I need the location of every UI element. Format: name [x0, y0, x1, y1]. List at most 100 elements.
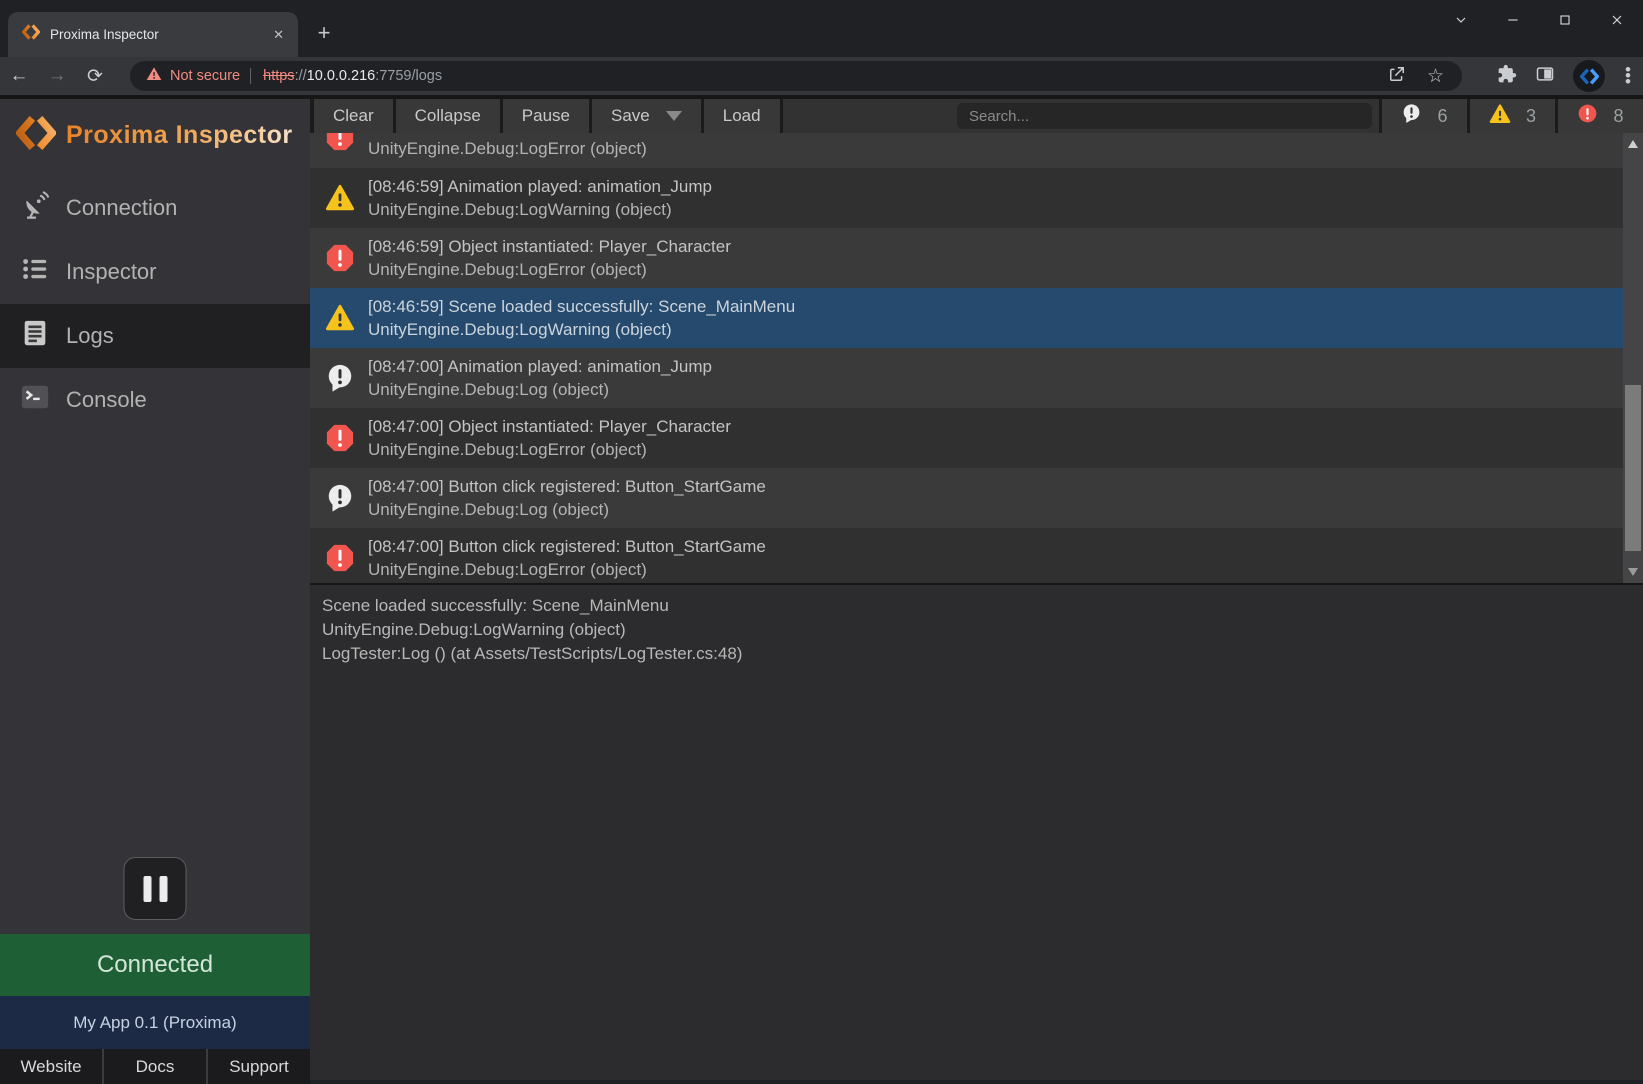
sidebar-item-inspector[interactable]: Inspector [0, 240, 310, 304]
side-panel-icon[interactable] [1535, 64, 1555, 89]
log-row[interactable]: [08:47:00] Button click registered: Butt… [310, 528, 1623, 583]
sidebar-item-console[interactable]: Console [0, 368, 310, 432]
terminal-icon [20, 382, 50, 418]
sidebar-item-connection[interactable]: Connection [0, 176, 310, 240]
bookmark-star-icon[interactable]: ☆ [1427, 65, 1444, 88]
url-text: https://10.0.0.216:7759/logs [263, 68, 442, 84]
satellite-dish-icon [20, 190, 50, 226]
connection-status-badge: Connected [0, 934, 310, 996]
chevron-down-icon[interactable] [666, 111, 682, 121]
log-row[interactable]: [08:47:00] Button click registered: Butt… [310, 468, 1623, 528]
website-link[interactable]: Website [0, 1049, 102, 1084]
proxima-favicon-icon [22, 23, 40, 46]
profile-extension-icon[interactable] [1573, 60, 1605, 92]
log-stack: UnityEngine.Debug:Log (object) [368, 378, 712, 401]
docs-link[interactable]: Docs [102, 1049, 206, 1084]
info-bubble-icon [325, 483, 355, 513]
sidebar: Proxima Inspector Connection [0, 99, 310, 1080]
forward-button[interactable]: → [38, 65, 76, 87]
sidebar-item-label: Logs [66, 323, 114, 349]
log-message: [08:47:00] Button click registered: Butt… [368, 535, 766, 558]
log-row[interactable]: [08:47:00] Animation played: animation_J… [310, 348, 1623, 408]
clear-button[interactable]: Clear [314, 99, 393, 133]
browser-titlebar: Proxima Inspector ✕ + [0, 0, 1643, 57]
load-button[interactable]: Load [704, 99, 780, 133]
log-stack: UnityEngine.Debug:LogWarning (object) [368, 318, 795, 341]
app-logo: Proxima Inspector [0, 99, 310, 168]
app-name-badge: My App 0.1 (Proxima) [0, 996, 310, 1049]
error-octagon-icon [325, 243, 355, 273]
list-icon [20, 254, 50, 290]
error-octagon-icon [325, 423, 355, 453]
warning-triangle-icon [325, 183, 355, 213]
tab-close-icon[interactable]: ✕ [269, 25, 288, 45]
detail-line: UnityEngine.Debug:LogWarning (object) [322, 618, 1631, 642]
log-row[interactable]: [08:46:59] Object instantiated: Player_C… [310, 228, 1623, 288]
window-close-button[interactable] [1591, 0, 1643, 40]
new-tab-button[interactable]: + [310, 20, 338, 48]
log-stack: UnityEngine.Debug:LogError (object) [368, 558, 766, 581]
log-list: UnityEngine.Debug:LogError (object) [08:… [310, 133, 1643, 583]
log-row[interactable]: UnityEngine.Debug:LogError (object) [310, 133, 1623, 168]
log-stack: UnityEngine.Debug:LogError (object) [368, 137, 647, 160]
not-secure-warning-icon [146, 66, 162, 87]
log-row[interactable]: [08:46:59] Animation played: animation_J… [310, 168, 1623, 228]
browser-tab[interactable]: Proxima Inspector ✕ [8, 12, 298, 57]
scrollbar-thumb[interactable] [1625, 385, 1641, 551]
browser-menu-kebab-icon[interactable]: ••• [1623, 67, 1633, 85]
pause-icon [143, 876, 151, 902]
search-cell [783, 99, 1379, 133]
log-message: [08:46:59] Object instantiated: Player_C… [368, 235, 731, 258]
log-message: [08:47:00] Object instantiated: Player_C… [368, 415, 731, 438]
log-scrollbar[interactable] [1623, 133, 1643, 583]
support-link[interactable]: Support [206, 1049, 310, 1084]
info-bubble-icon [1401, 103, 1422, 129]
not-secure-label[interactable]: Not secure [170, 68, 240, 84]
pause-stream-button[interactable] [124, 857, 187, 920]
reload-button[interactable]: ⟳ [76, 65, 114, 88]
page-content: Proxima Inspector Connection [0, 95, 1643, 1080]
tab-search-chevron-icon[interactable] [1435, 0, 1487, 40]
log-row[interactable]: [08:47:00] Object instantiated: Player_C… [310, 408, 1623, 468]
app-title: Proxima Inspector [66, 121, 293, 150]
address-bar[interactable]: Not secure https://10.0.0.216:7759/logs … [130, 61, 1462, 91]
error-octagon-icon [325, 133, 355, 152]
back-button[interactable]: ← [0, 65, 38, 87]
sidebar-item-label: Inspector [66, 259, 157, 285]
warning-triangle-icon [325, 303, 355, 333]
info-count-filter[interactable]: 6 [1382, 99, 1467, 133]
sidebar-item-label: Connection [66, 195, 177, 221]
log-stack: UnityEngine.Debug:LogError (object) [368, 438, 731, 461]
pause-button[interactable]: Pause [503, 99, 589, 133]
sidebar-footer: Website Docs Support [0, 1049, 310, 1084]
log-stack: UnityEngine.Debug:LogError (object) [368, 258, 731, 281]
log-stack: UnityEngine.Debug:LogWarning (object) [368, 198, 712, 221]
omnibox-divider [250, 68, 251, 84]
log-message: [08:47:00] Animation played: animation_J… [368, 355, 712, 378]
log-stack: UnityEngine.Debug:Log (object) [368, 498, 766, 521]
collapse-button[interactable]: Collapse [396, 99, 500, 133]
window-maximize-button[interactable] [1539, 0, 1591, 40]
sidebar-item-logs[interactable]: Logs [0, 304, 310, 368]
log-message: [08:46:59] Scene loaded successfully: Sc… [368, 295, 795, 318]
save-button[interactable]: Save [592, 99, 701, 133]
share-icon[interactable] [1387, 64, 1407, 89]
browser-toolbar: ← → ⟳ Not secure https://10.0.0.216:7759… [0, 57, 1643, 95]
window-minimize-button[interactable] [1487, 0, 1539, 40]
logs-panel: Clear Collapse Pause Save Load 6 [310, 99, 1643, 1080]
error-octagon-icon [325, 543, 355, 573]
scroll-up-arrow-icon[interactable] [1628, 140, 1638, 148]
sidebar-item-label: Console [66, 387, 147, 413]
document-lines-icon [20, 318, 50, 354]
scroll-down-arrow-icon[interactable] [1628, 568, 1638, 576]
warning-count: 3 [1526, 106, 1536, 127]
proxima-logo-icon [16, 113, 56, 158]
extensions-puzzle-icon[interactable] [1497, 64, 1517, 89]
warning-triangle-icon [1489, 103, 1511, 130]
info-count: 6 [1437, 106, 1447, 127]
logs-toolbar: Clear Collapse Pause Save Load 6 [310, 99, 1643, 133]
search-input[interactable] [957, 103, 1372, 129]
log-row-selected[interactable]: [08:46:59] Scene loaded successfully: Sc… [310, 288, 1623, 348]
warning-count-filter[interactable]: 3 [1470, 99, 1555, 133]
error-count-filter[interactable]: 8 [1558, 99, 1643, 133]
